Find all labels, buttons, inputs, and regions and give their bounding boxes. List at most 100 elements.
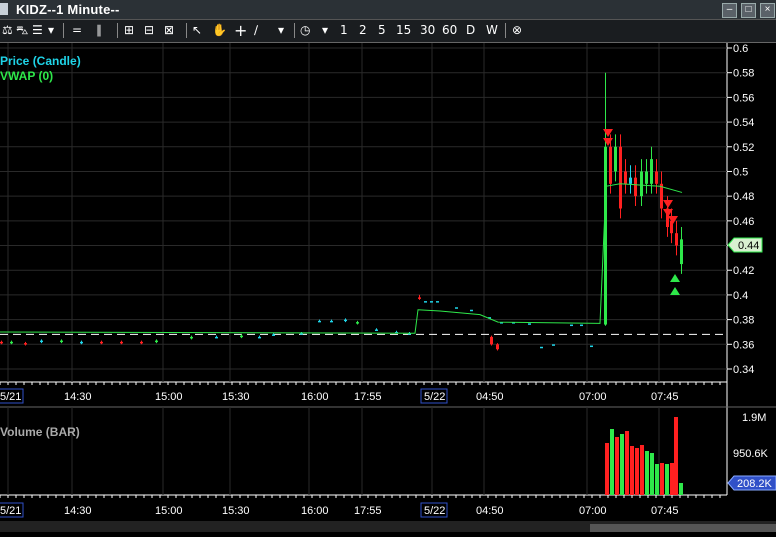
volume-bar [620, 434, 624, 495]
hand-icon[interactable]: ✋ [212, 22, 227, 39]
candle-body [680, 239, 683, 265]
interval-30m-button[interactable]: 30 [420, 22, 435, 39]
volume-bar [640, 445, 644, 495]
x-axis-label: 5/22 [424, 505, 445, 517]
app-icon [0, 3, 8, 15]
x-axis-label: 07:00 [579, 505, 607, 517]
candle-body [580, 324, 583, 327]
volume-bar [630, 446, 634, 495]
candle-body [540, 346, 543, 349]
candle-body [619, 146, 622, 209]
volume-bar [610, 429, 614, 495]
candle-body [344, 319, 347, 322]
candle-body [190, 336, 193, 339]
candle-body [624, 171, 627, 184]
x-axis-label: 07:45 [651, 391, 679, 403]
candle-body [140, 341, 143, 344]
x-axis-label: 04:50 [476, 391, 504, 403]
volume-bar [660, 463, 664, 495]
candle-body [24, 343, 27, 345]
last-price-tag: 0.44 [727, 237, 763, 253]
close-button[interactable]: × [760, 3, 775, 18]
volume-tick-max: 1.9M [742, 412, 766, 424]
zoom-reset-icon[interactable]: ⊠ [164, 22, 174, 39]
candle-body [272, 334, 275, 336]
candle-body [215, 336, 218, 339]
y-tick-label: 0.54 [733, 117, 754, 129]
x-axis-label: 14:30 [64, 505, 92, 517]
chevron-down-icon[interactable]: ▾ [278, 22, 284, 39]
candle-body [655, 171, 658, 184]
candle-body [496, 344, 499, 350]
candle-body [40, 340, 43, 343]
x-axis-label: 16:00 [301, 505, 329, 517]
y-tick-label: 0.58 [733, 68, 754, 80]
interval-5m-button[interactable]: 5 [378, 22, 386, 39]
candle-body [614, 146, 617, 172]
candle-body [10, 341, 13, 344]
volume-tick-mid: 950.6K [733, 448, 769, 460]
x-axis-label: 07:00 [579, 391, 607, 403]
interval-60m-button[interactable]: 60 [442, 22, 457, 39]
crosshair-icon[interactable]: + [234, 22, 247, 39]
chevron-down-icon[interactable]: ▾ [48, 22, 54, 39]
candle-body [570, 324, 573, 327]
volume-bar [650, 453, 654, 495]
x-axis-label: 15:30 [222, 505, 250, 517]
candle-body [430, 301, 433, 303]
cursor-icon[interactable]: ↖ [192, 22, 202, 39]
close-chart-icon[interactable]: ⊗ [512, 22, 522, 39]
interval-2m-button[interactable]: 2 [359, 22, 367, 39]
last-volume-tag: 208.2K [727, 475, 776, 491]
candle-body [120, 341, 123, 344]
minimize-button[interactable]: – [722, 3, 737, 18]
y-tick-label: 0.48 [733, 191, 754, 203]
volume-bar [674, 417, 678, 495]
y-tick-label: 0.38 [733, 315, 754, 327]
interval-15m-button[interactable]: 15 [396, 22, 411, 39]
clock-icon[interactable]: ◷ [300, 22, 310, 39]
candle-body [436, 301, 439, 303]
volume-bar [665, 464, 669, 495]
y-tick-label: 0.52 [733, 142, 754, 154]
interval-day-button[interactable]: D [466, 22, 475, 39]
list-icon[interactable]: ☰ [32, 22, 43, 39]
chevron-down-icon[interactable]: ▾ [322, 22, 328, 39]
zoom-in-icon[interactable]: ⊞ [124, 22, 134, 39]
maximize-button[interactable]: □ [741, 3, 756, 18]
candle-body [675, 233, 678, 246]
candle-body [375, 329, 378, 331]
candle-body [60, 340, 63, 343]
y-tick-label: 0.34 [733, 364, 754, 376]
candle-body [80, 341, 83, 344]
chart-area[interactable]: 0.6 0.58 0.56 0.54 0.52 0.5 0.48 0.46 0.44 0.42 0.… [0, 43, 776, 532]
chart-toolbar: ⚖ ⛍ ☰ ▾ = ∥ ⊞ ⊟ ⊠ ↖ ✋ + ∕ ▾ ◷ ▾ 1 2 5 15… [0, 20, 776, 43]
y-tick-label: 0.46 [733, 216, 754, 228]
candle-body [155, 340, 158, 343]
y-tick-label: 0.5 [733, 166, 748, 178]
parallel-icon[interactable]: ∥ [96, 22, 102, 39]
zoom-out-icon[interactable]: ⊟ [144, 22, 154, 39]
candle-body [629, 177, 632, 184]
x-axis-label: 15:00 [155, 505, 183, 517]
interval-week-button[interactable]: W [486, 22, 498, 39]
x-axis-label: 14:30 [64, 391, 92, 403]
candle-body [100, 341, 103, 344]
candle-body [0, 341, 3, 344]
title-bar: KIDZ--1 Minute-- – □ × [0, 0, 776, 20]
equal-icon[interactable]: = [72, 22, 82, 39]
study-icon[interactable]: ⛍ [16, 22, 28, 39]
y-tick-label: 0.36 [733, 339, 754, 351]
legend-price: Price (Candle) [0, 54, 81, 68]
x-axis-label: 07:45 [651, 505, 679, 517]
legend-volume: Volume (BAR) [0, 425, 80, 439]
price-chart-svg[interactable]: 0.6 0.58 0.56 0.54 0.52 0.5 0.48 0.46 0.44 0.42 0.… [0, 43, 776, 532]
candle-body [240, 335, 243, 338]
candle-body [455, 307, 458, 309]
volume-bar [670, 463, 674, 495]
balance-icon[interactable]: ⚖ [2, 22, 13, 39]
candle-body [528, 323, 531, 325]
interval-1m-button[interactable]: 1 [340, 22, 348, 39]
x-axis-label: 04:50 [476, 505, 504, 517]
draw-pen-icon[interactable]: ∕ [254, 22, 258, 39]
